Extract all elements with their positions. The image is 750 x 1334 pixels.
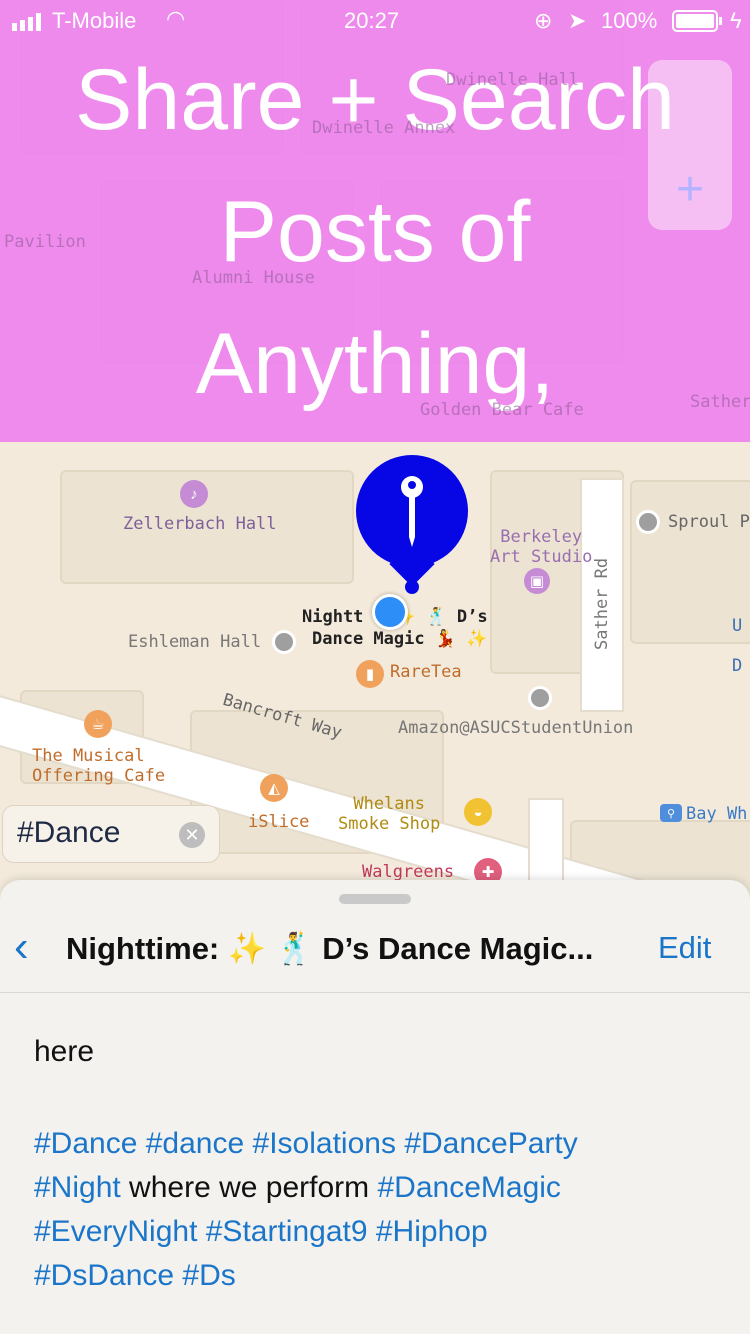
map-pin-icon[interactable]: [356, 455, 468, 567]
sproul-icon[interactable]: [636, 510, 660, 534]
bike-icon[interactable]: ⚲: [660, 804, 682, 822]
headline-line3: Anything,: [195, 316, 555, 412]
hashtag-link[interactable]: #Isolations: [253, 1127, 396, 1160]
eshleman-icon[interactable]: [272, 630, 296, 654]
orientation-lock-icon: ⊕: [534, 8, 553, 33]
hashtag-link[interactable]: #Night: [34, 1171, 121, 1204]
cafe-icon[interactable]: ☕: [84, 710, 112, 738]
nighttime-pin-line2: Dance Magic 💃 ✨: [312, 629, 488, 649]
pizza-icon[interactable]: ◭: [260, 774, 288, 802]
map-pin-dot: [405, 580, 419, 594]
bay-wheels-label[interactable]: Bay Wh: [686, 804, 747, 824]
hashtag-link[interactable]: #DanceMagic: [377, 1171, 560, 1204]
raretea-label[interactable]: RareTea: [390, 662, 462, 682]
hashtag-link[interactable]: #DanceParty: [404, 1127, 577, 1160]
search-filter-chip[interactable]: #Dance ✕: [2, 805, 220, 863]
golden-bear-cafe-label: Golden Bear Cafe: [420, 400, 584, 420]
promo-overlay: + T-Mobile ◠ 20:27 ⊕ ➤ 100% ϟ Share + Se…: [0, 0, 750, 442]
pushpin-icon: [401, 476, 423, 547]
hashtag-line-4: #DsDance #Ds: [34, 1254, 724, 1298]
musical-cafe-label[interactable]: The Musical Offering Cafe: [32, 746, 165, 786]
islice-label[interactable]: iSlice: [248, 812, 309, 832]
post-text: here: [34, 1035, 95, 1068]
hashtag-link[interactable]: #Startingat9: [206, 1215, 368, 1248]
music-icon[interactable]: ♪: [180, 480, 208, 508]
eshleman-label[interactable]: Eshleman Hall: [128, 632, 261, 652]
hashtag-link[interactable]: #Dance: [34, 1127, 137, 1160]
clear-search-icon[interactable]: ✕: [179, 822, 205, 848]
back-chevron-icon[interactable]: ‹: [14, 922, 29, 972]
wifi-icon: ◠: [166, 6, 186, 31]
tea-icon[interactable]: ▮: [356, 660, 384, 688]
sather-rd-label: Sather Rd: [592, 557, 612, 650]
hashtag-link[interactable]: #DsDance: [34, 1259, 174, 1292]
edge-label-u: U: [732, 616, 743, 636]
headline-line1: Share + Search: [75, 52, 675, 148]
zellerbach-label[interactable]: Zellerbach Hall: [123, 514, 277, 534]
dwinelle-annex-label: Dwinelle Annex: [312, 118, 456, 138]
edit-button[interactable]: Edit: [658, 930, 711, 966]
hashtag-link[interactable]: #Hiphop: [376, 1215, 488, 1248]
alumni-house-label: Alumni House: [192, 268, 315, 288]
search-filter-value[interactable]: #Dance: [17, 816, 120, 850]
post-detail-sheet[interactable]: ‹ Nighttime: ✨ 🕺 D’s Dance Magic... Edit…: [0, 880, 750, 1334]
user-location-dot: [372, 594, 408, 630]
post-body: here #Dance #dance #Isolations #DancePar…: [34, 1030, 724, 1298]
hashtag-line-1: #Dance #dance #Isolations #DanceParty: [34, 1122, 724, 1166]
dwinelle-hall-label: Dwinelle Hall: [446, 70, 580, 90]
walgreens-label[interactable]: Walgreens: [362, 862, 454, 882]
berkeley-art-label[interactable]: Berkeley Art Studio: [490, 527, 592, 567]
charging-icon: ϟ: [730, 8, 742, 33]
hashtag-line-2: #Night where we perform #DanceMagic: [34, 1166, 724, 1210]
hashtag-link[interactable]: #EveryNight: [34, 1215, 197, 1248]
clock: 20:27: [344, 8, 400, 33]
edge-label-d: D: [732, 656, 743, 676]
sheet-drag-handle[interactable]: [339, 894, 411, 904]
headline-line2: Posts of: [219, 184, 531, 280]
promo-headline: Share + Search Posts of Anything,: [0, 34, 750, 430]
amazon-icon[interactable]: [528, 686, 552, 710]
battery-percent: 100%: [601, 8, 658, 33]
post-title: Nighttime: ✨ 🕺 D’s Dance Magic...: [66, 931, 594, 966]
post-inline-text: where we perform: [120, 1171, 378, 1204]
pavilion-label: Pavilion: [4, 232, 86, 252]
location-arrow-icon: ➤: [568, 8, 587, 33]
whelans-label[interactable]: Whelans Smoke Shop: [338, 794, 440, 834]
sproul-label[interactable]: Sproul P: [668, 512, 750, 532]
hashtag-line-3: #EveryNight #Startingat9 #Hiphop: [34, 1210, 724, 1254]
carrier-label: T-Mobile: [52, 8, 137, 33]
berkeley-art-line: Berkeley Art Studio: [490, 527, 593, 567]
shop-icon[interactable]: ◒: [464, 798, 492, 826]
art-studio-icon[interactable]: ▣: [524, 568, 550, 594]
amazon-label[interactable]: Amazon@ASUCStudentUnion: [398, 718, 633, 738]
sather-label: Sather: [690, 392, 750, 412]
sheet-header: ‹ Nighttime: ✨ 🕺 D’s Dance Magic... Edit: [0, 910, 750, 993]
hashtag-link[interactable]: #dance: [146, 1127, 244, 1160]
hashtag-link[interactable]: #Ds: [182, 1259, 235, 1292]
